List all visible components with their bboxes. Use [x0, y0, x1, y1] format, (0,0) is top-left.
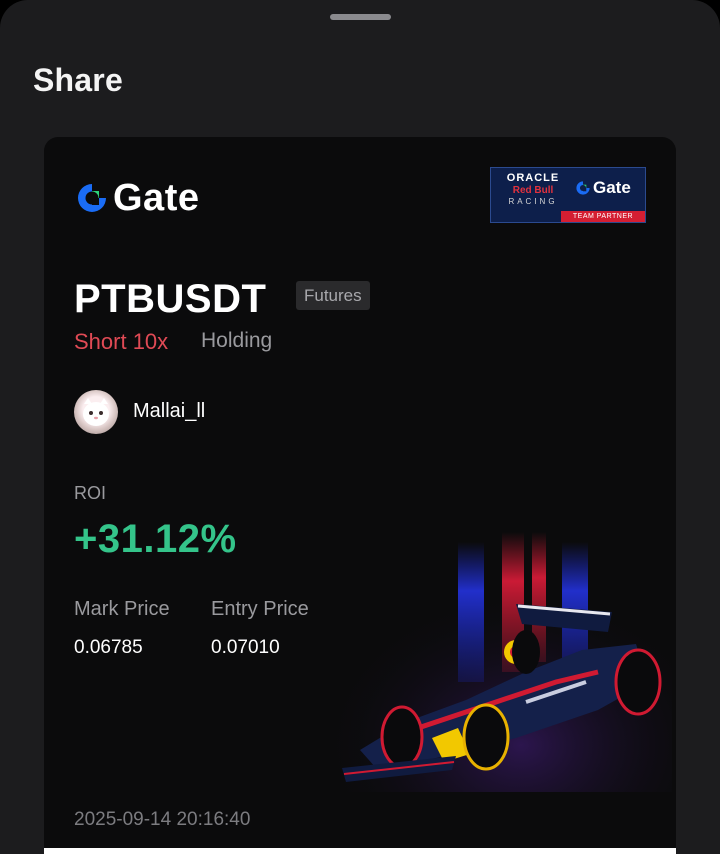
- roi-label: ROI: [74, 483, 107, 503]
- f1-car-illustration: [336, 532, 672, 792]
- username: Mallai_ll: [133, 400, 206, 422]
- partner-badge: ORACLE Red Bull RACING Gate TEAM PARTNER: [490, 167, 646, 223]
- gate-logo-icon: [78, 184, 106, 212]
- avatar-image: [83, 398, 109, 426]
- share-card: Gate ORACLE Red Bull RACING Gate TEAM PA…: [44, 137, 676, 854]
- gate-logo: Gate: [75, 179, 199, 217]
- mark-price-label: Mark Price: [74, 598, 170, 620]
- partner-racing: RACING: [508, 197, 558, 206]
- timestamp: 2025-09-14 20:16:40: [74, 809, 251, 830]
- share-sheet: Share Gate ORACLE Red Bull RACING Gate T…: [0, 0, 720, 854]
- mark-price-value: 0.06785: [74, 637, 143, 658]
- card-bottom-edge: [44, 848, 676, 854]
- partner-gate-text: Gate: [593, 178, 631, 197]
- entry-price-label: Entry Price: [211, 598, 309, 620]
- gate-logo-small-icon: [576, 181, 590, 195]
- position-status: Holding: [201, 329, 273, 352]
- position-side: Short 10x: [74, 329, 169, 354]
- avatar: [74, 390, 118, 434]
- trading-pair: PTBUSDT: [74, 277, 267, 321]
- drag-handle[interactable]: [330, 14, 391, 20]
- brand-name: Gate: [113, 177, 200, 219]
- partner-oracle: ORACLE: [506, 172, 560, 184]
- sheet-title: Share: [33, 62, 123, 98]
- entry-price-value: 0.07010: [211, 637, 280, 658]
- futures-badge: Futures: [296, 281, 370, 310]
- partner-redbull: Red Bull: [512, 185, 554, 196]
- roi-value: +31.12%: [74, 517, 237, 561]
- partner-tag: TEAM PARTNER: [561, 211, 645, 222]
